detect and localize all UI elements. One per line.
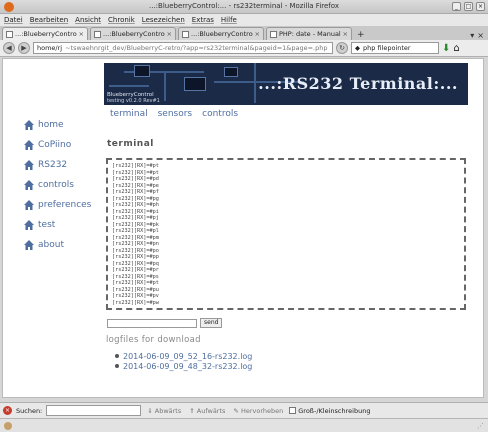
close-find-icon[interactable]: × [3,406,12,415]
search-engine-icon: ◆ [355,44,360,52]
resize-grip-icon[interactable]: ⋰ [477,422,484,430]
sidebar-item-rs232[interactable]: RS232 [23,155,91,175]
send-button[interactable]: send [200,318,223,328]
header-banner: ...:RS232 Terminal:... BlueberryControl … [104,63,468,105]
banner-title: ...:RS232 Terminal:... [258,74,458,93]
tab-4[interactable]: PHP: date - Manual × [266,27,352,40]
find-previous-button[interactable]: ⇑ Aufwärts [187,407,227,415]
find-input[interactable] [46,405,142,416]
logfile-list: 2014-06-09_09_52_16-rs232.log 2014-06-09… [115,351,252,371]
close-tab-icon[interactable]: × [255,30,260,38]
house-icon [24,200,34,210]
close-tab-bar-icon[interactable]: × [477,31,484,40]
sidebar: home CoPiino RS232 controls preferences … [23,115,91,255]
sidebar-item-home[interactable]: home [23,115,91,135]
nav-link-controls[interactable]: controls [202,109,238,119]
nav-link-sensors[interactable]: sensors [158,109,193,119]
close-window-icon[interactable]: × [476,2,485,11]
command-input[interactable] [107,318,197,328]
sidebar-item-controls[interactable]: controls [23,175,91,195]
page-icon [6,30,13,38]
menu-chronik[interactable]: Chronik [108,16,135,24]
close-tab-icon[interactable]: × [167,30,172,38]
house-icon [24,220,34,230]
forward-icon[interactable]: ▶ [18,42,30,54]
sidebar-item-about[interactable]: about [23,235,91,255]
bullet-icon [115,364,119,368]
maximize-icon[interactable]: □ [464,2,473,11]
status-bar: ⋰ [0,418,488,432]
bullet-icon [115,354,119,358]
home-icon[interactable]: ⌂ [453,43,459,54]
menu-ansicht[interactable]: Ansicht [75,16,101,24]
menu-hilfe[interactable]: Hilfe [221,16,237,24]
find-bar: × Suchen: ⇓ Abwärts ⇑ Aufwärts ✎ Hervorh… [0,402,488,418]
menu-lesezeichen[interactable]: Lesezeichen [142,16,185,24]
tab-2[interactable]: ...:BlueberryControl:... - rs2... × [90,27,176,40]
search-bar[interactable]: ◆ php filepointer [351,42,439,54]
reload-icon[interactable]: ↻ [336,42,348,54]
find-label: Suchen: [16,406,43,415]
house-icon [24,240,34,250]
top-nav: terminal sensors controls [110,109,238,119]
house-icon [24,180,34,190]
close-tab-icon[interactable]: × [343,30,348,38]
nav-link-terminal[interactable]: terminal [110,109,148,119]
match-case-checkbox[interactable]: Groß-/Kleinschreibung [289,407,370,415]
tab-1[interactable]: ...:BlueberryControl:... - rs2... × [2,27,88,40]
new-tab-icon[interactable]: + [354,30,368,40]
logfile-link[interactable]: 2014-06-09_09_52_16-rs232.log [123,352,252,361]
menu-bar: Datei Bearbeiten Ansicht Chronik Lesezei… [0,14,488,26]
window-title: ...:BlueberryControl:... - rs232terminal… [149,2,339,10]
house-icon [24,140,34,150]
logfiles-heading: logfiles for download [106,335,201,345]
house-icon [24,160,34,170]
nav-bar: ◀ ▶ home/rj ~tswaehnrgit_dev/BlueberryC-… [0,40,488,57]
page-content: ...:RS232 Terminal:... BlueberryControl … [2,58,484,398]
sidebar-item-preferences[interactable]: preferences [23,195,91,215]
menu-bearbeiten[interactable]: Bearbeiten [30,16,68,24]
page-title: terminal [107,139,154,149]
url-bar[interactable]: home/rj ~tswaehnrgit_dev/BlueberryC-retr… [33,42,333,54]
banner-version: testing v0.2.0 Rev#1 [107,98,160,104]
tab-3[interactable]: ...:BlueberryControl:... - rs2... × [178,27,264,40]
send-row: send [107,318,223,328]
logfile-link[interactable]: 2014-06-09_09_48_32-rs232.log [123,362,252,371]
page-icon [94,30,101,38]
highlight-all-button[interactable]: ✎ Hervorheben [231,407,285,415]
php-icon [270,30,277,38]
sidebar-item-test[interactable]: test [23,215,91,235]
logfile-item[interactable]: 2014-06-09_09_48_32-rs232.log [115,361,252,371]
back-icon[interactable]: ◀ [3,42,15,54]
menu-extras[interactable]: Extras [192,16,214,24]
find-next-button[interactable]: ⇓ Abwärts [145,407,183,415]
download-icon[interactable]: ⬇ [442,43,450,54]
tab-bar: ...:BlueberryControl:... - rs2... × ...:… [0,26,488,40]
house-icon [24,120,34,130]
page-icon [182,30,189,38]
close-tab-icon[interactable]: × [79,30,84,38]
logfile-item[interactable]: 2014-06-09_09_52_16-rs232.log [115,351,252,361]
menu-datei[interactable]: Datei [4,16,23,24]
tab-list-icon[interactable]: ▾ [470,31,474,40]
terminal-line: [rs232][RX]=#pw [112,299,159,306]
addon-bar-icon[interactable] [4,421,12,430]
checkbox-icon [289,407,297,414]
sidebar-item-copiino[interactable]: CoPiino [23,135,91,155]
minimize-icon[interactable]: _ [452,2,461,11]
terminal-output[interactable]: [rs232][RX]=#pt [rs232][RX]=#pt [rs232][RX… [106,158,466,310]
window-titlebar: ...:BlueberryControl:... - rs232terminal… [0,0,488,14]
